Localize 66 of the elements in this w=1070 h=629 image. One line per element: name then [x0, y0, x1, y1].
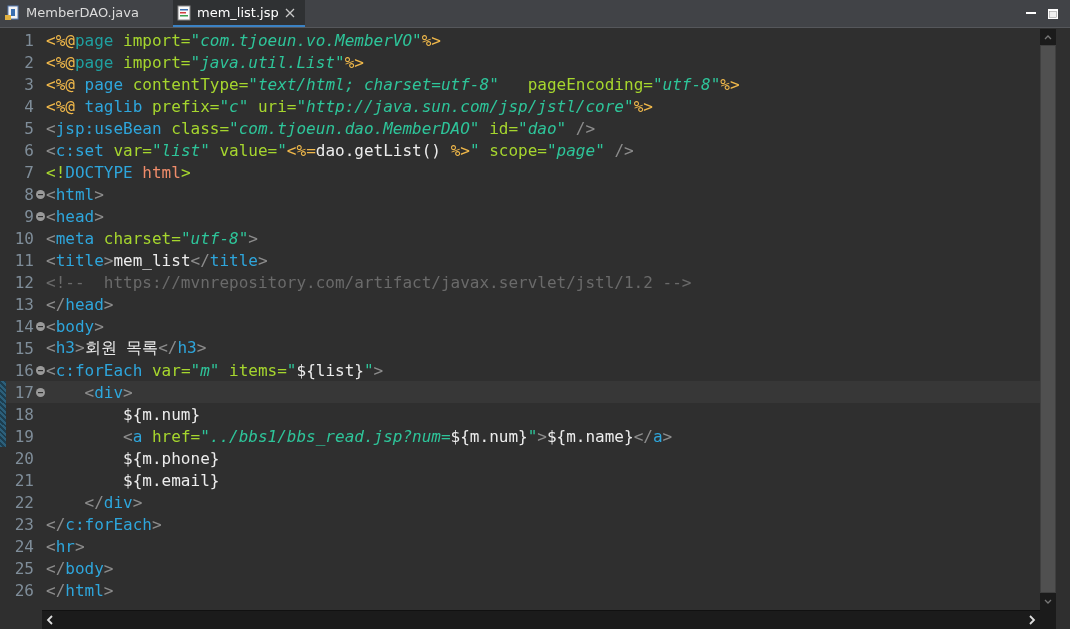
code-line: </html>	[46, 580, 114, 600]
code-line: <!DOCTYPE html>	[46, 162, 191, 182]
fold-icon[interactable]	[35, 387, 45, 397]
editor-tab[interactable]: MemberDAO.java	[0, 0, 149, 27]
code-line: <div>	[83, 382, 133, 402]
code-line: ${m.email}	[122, 470, 220, 490]
code-line: <hr>	[46, 536, 85, 556]
horizontal-scrollbar[interactable]	[42, 610, 1040, 629]
code-line: <!-- https://mvnrepository.com/artifact/javax.servlet/jstl/1.2 -->	[46, 272, 692, 292]
line-number: 20	[13, 448, 34, 468]
line-number: 4	[23, 96, 34, 116]
line-number: 16	[13, 360, 34, 380]
line-number: 12	[13, 272, 34, 292]
line-number: 6	[23, 140, 34, 160]
code-line: </c:forEach>	[46, 514, 162, 534]
code-line: </head>	[46, 294, 114, 314]
line-number: 2	[23, 52, 34, 72]
code-line: <title>mem_list</title>	[46, 250, 268, 270]
scroll-right-icon[interactable]	[1028, 615, 1036, 625]
jsp-file-icon	[177, 4, 191, 21]
close-icon[interactable]	[284, 7, 295, 18]
scroll-left-icon[interactable]	[46, 615, 54, 625]
line-number: 25	[13, 558, 34, 578]
line-number: 23	[13, 514, 34, 534]
fold-icon[interactable]	[35, 365, 45, 375]
code-line: <c:forEach var="m" items="${list}">	[46, 360, 384, 380]
fold-icon[interactable]	[35, 211, 45, 221]
line-number: 5	[23, 118, 34, 138]
fold-icon[interactable]	[35, 321, 45, 331]
line-number: 17	[13, 382, 34, 402]
code-line: <jsp:useBean class="com.tjoeun.dao.MemberDAO" id="dao" />	[46, 118, 596, 138]
code-line: <head>	[46, 206, 104, 226]
line-number: 9	[23, 206, 34, 226]
line-number: 13	[13, 294, 34, 314]
maximize-icon[interactable]	[1048, 8, 1058, 19]
line-number: 7	[23, 162, 34, 182]
line-number: 19	[13, 426, 34, 446]
code-line: <%@page import="java.util.List"%>	[46, 52, 364, 72]
code-line: <%@ page contentType="text/html; charset=utf-8" pageEncoding="utf-8"%>	[46, 74, 740, 94]
code-line: <%@ taglib prefix="c" uri="http://java.sun.com/jsp/jstl/core"%>	[46, 96, 653, 116]
code-line: <html>	[46, 184, 104, 204]
code-line: </div>	[83, 492, 143, 512]
fold-icon[interactable]	[35, 189, 45, 199]
code-line: </body>	[46, 558, 114, 578]
code-line: ${m.num}	[122, 404, 201, 424]
code-line: <h3>회원 목록</h3>	[46, 337, 207, 359]
line-number: 22	[13, 492, 34, 512]
line-number: 3	[23, 74, 34, 94]
code-line: <c:set var="list" value="<%=dao.getList() %>" scope="page" />	[46, 140, 634, 160]
line-number: 11	[13, 250, 34, 270]
line-number: 15	[13, 338, 34, 358]
code-line: ${m.phone}	[122, 448, 220, 468]
code-line: <%@page import="com.tjoeun.vo.MemberVO"%>	[46, 30, 441, 50]
code-line: <meta charset="utf-8">	[46, 228, 258, 248]
java-file-icon	[4, 4, 20, 21]
line-number: 8	[23, 184, 34, 204]
line-number: 24	[13, 536, 34, 556]
line-number: 21	[13, 470, 34, 490]
line-number: 10	[13, 228, 34, 248]
line-number: 1	[23, 30, 34, 50]
code-line: <a href="../bbs1/bbs_read.jsp?num=${m.num}">${m.name}</a>	[122, 426, 673, 446]
line-number: 14	[13, 316, 34, 336]
code-line: <body>	[46, 316, 104, 336]
editor-tab[interactable]: mem_list.jsp	[173, 0, 305, 27]
line-number: 18	[13, 404, 34, 424]
line-number: 26	[13, 580, 34, 600]
